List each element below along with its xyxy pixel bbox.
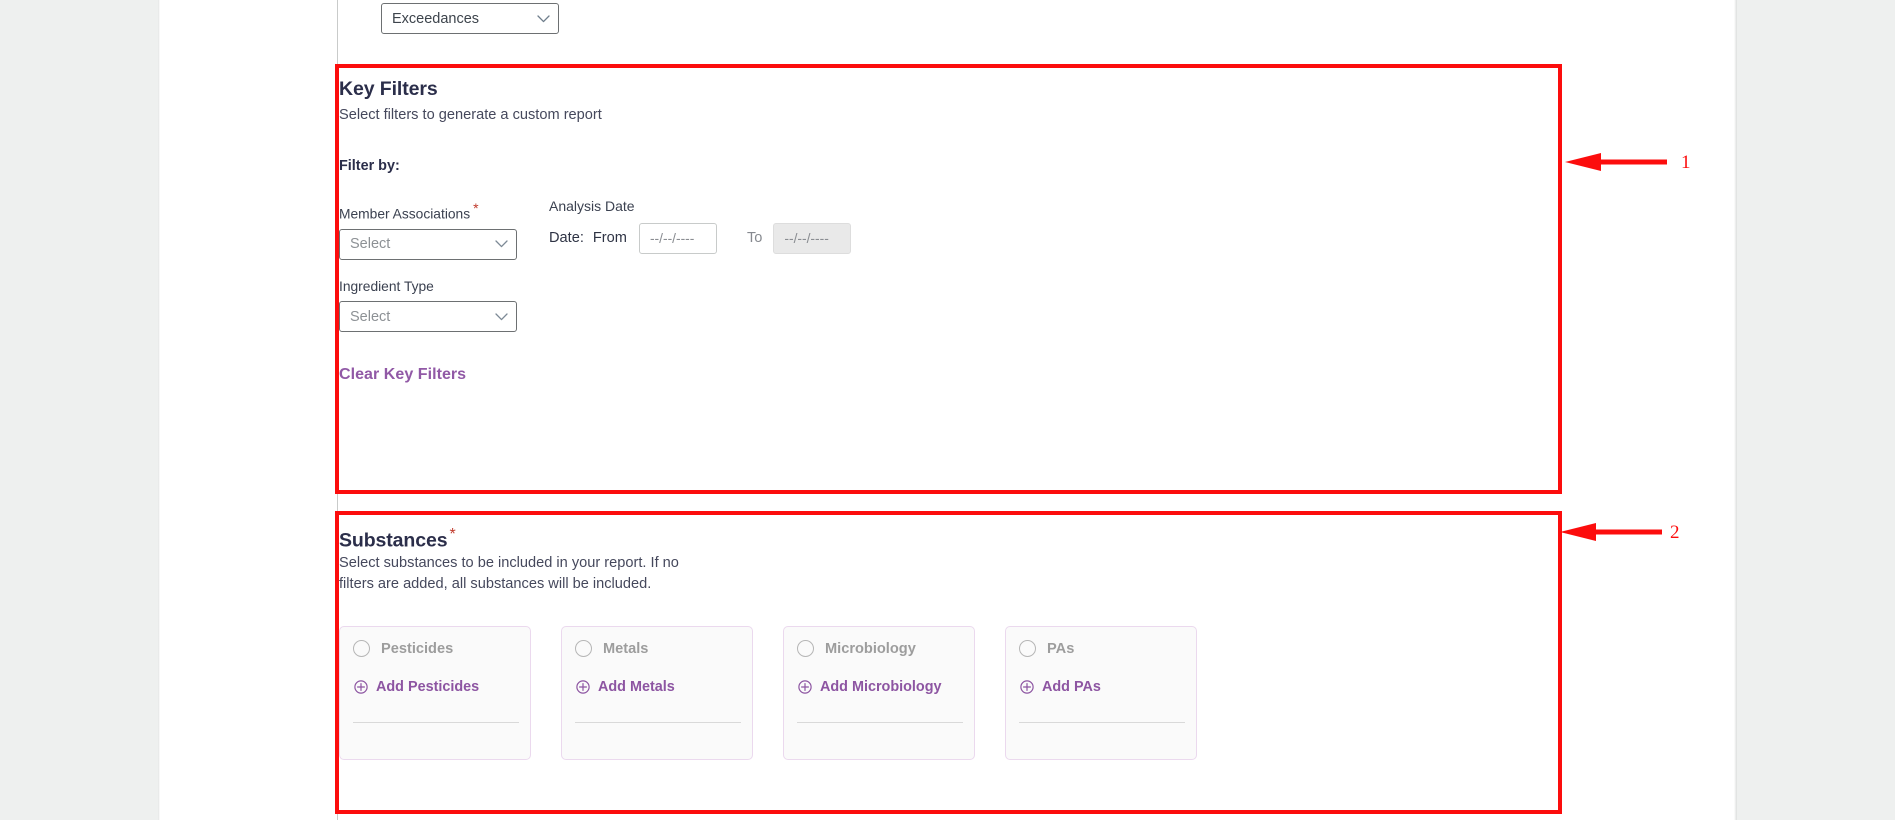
key-filters-subtitle: Select filters to generate a custom repo… <box>339 107 602 123</box>
member-associations-field: Member Associations * Select <box>339 200 517 260</box>
plus-circle-icon <box>576 680 590 694</box>
report-type-row: Exceedances <box>381 3 559 34</box>
date-to-wrap: To --/--/---- <box>746 222 852 254</box>
card-header: PAs <box>1006 627 1196 657</box>
report-type-select-value: Exceedances <box>392 10 480 27</box>
add-substance-label: Add Pesticides <box>376 679 480 695</box>
key-filters-title-text: Key Filters <box>339 78 438 100</box>
add-substance-label: Add PAs <box>1042 679 1101 695</box>
filter-by-label: Filter by: <box>339 158 400 174</box>
substance-card-pesticides[interactable]: Pesticides Add Pesticides <box>339 626 531 760</box>
required-asterisk: * <box>449 526 456 543</box>
radio-button-icon[interactable] <box>797 640 814 657</box>
substance-card-list: Pesticides Add Pesticides Metals Add Met… <box>339 626 1197 760</box>
analysis-date-label: Analysis Date <box>549 198 635 214</box>
add-substance-button[interactable]: Add Microbiology <box>784 657 974 695</box>
card-header: Metals <box>562 627 752 657</box>
card-divider <box>353 722 519 723</box>
chevron-down-icon <box>495 312 508 321</box>
date-to-label: To <box>746 230 763 246</box>
substance-card-microbiology[interactable]: Microbiology Add Microbiology <box>783 626 975 760</box>
plus-circle-icon <box>798 680 812 694</box>
substances-subtitle: Select substances to be included in your… <box>339 555 679 593</box>
substance-card-label: PAs <box>1047 640 1075 657</box>
radio-button-icon[interactable] <box>575 640 592 657</box>
annotation-number-1: 1 <box>1681 151 1691 173</box>
app-frame: Exceedances Key Filters Select filters t… <box>0 0 1895 820</box>
member-associations-select-value: Select <box>350 236 391 253</box>
chevron-down-icon <box>495 240 508 248</box>
ingredient-type-field: Ingredient Type Select <box>339 279 517 332</box>
report-type-select[interactable]: Exceedances <box>381 3 559 34</box>
surface-left-edge <box>158 0 160 820</box>
ingredient-type-select[interactable]: Select <box>339 301 517 332</box>
member-associations-select[interactable]: Select <box>339 228 517 260</box>
add-substance-label: Add Microbiology <box>820 679 942 695</box>
substance-card-label: Metals <box>603 640 649 657</box>
member-associations-label: Member Associations * <box>339 200 517 222</box>
key-filters-title: Key Filters <box>339 78 438 101</box>
add-substance-button[interactable]: Add PAs <box>1006 657 1196 695</box>
ingredient-type-label: Ingredient Type <box>339 279 434 294</box>
add-substance-button[interactable]: Add Metals <box>562 657 752 695</box>
date-from-label: From <box>592 230 627 246</box>
date-from-input-value: --/--/---- <box>649 230 695 246</box>
radio-button-icon[interactable] <box>353 640 370 657</box>
plus-circle-icon <box>1020 680 1034 694</box>
key-filters-section: Key Filters Select filters to generate a… <box>339 68 1558 490</box>
chevron-down-icon <box>537 14 550 23</box>
plus-circle-icon <box>354 680 368 694</box>
surface-right-edge <box>1734 0 1737 820</box>
date-to-input-value: --/--/---- <box>784 230 829 246</box>
add-substance-button[interactable]: Add Pesticides <box>340 657 530 695</box>
card-divider <box>575 722 741 723</box>
add-substance-label: Add Metals <box>598 679 675 695</box>
ingredient-type-select-value: Select <box>350 308 391 325</box>
card-divider <box>797 722 963 723</box>
radio-button-icon[interactable] <box>1019 640 1036 657</box>
date-to-input[interactable]: --/--/---- <box>773 222 852 254</box>
card-header: Microbiology <box>784 627 974 657</box>
annotation-callout-2: 2 <box>1558 520 1680 544</box>
substance-card-label: Microbiology <box>825 640 916 657</box>
substance-card-pas[interactable]: PAs Add PAs <box>1005 626 1197 760</box>
clear-key-filters-link[interactable]: Clear Key Filters <box>339 366 466 384</box>
annotation-number-2: 2 <box>1670 521 1680 543</box>
analysis-date-group: Analysis Date Date: From --/--/---- To -… <box>549 198 852 254</box>
substance-card-metals[interactable]: Metals Add Metals <box>561 626 753 760</box>
substances-section: Substances * Select substances to be incl… <box>339 515 1558 810</box>
card-header: Pesticides <box>340 627 530 657</box>
column-divider-bottom <box>337 812 338 820</box>
member-associations-label-text: Member Associations <box>339 206 471 222</box>
substances-title: Substances * <box>339 526 456 553</box>
required-asterisk: * <box>473 200 479 216</box>
substances-title-text: Substances <box>339 529 448 552</box>
column-divider-lower <box>337 493 338 512</box>
date-range-row: Date: From --/--/---- To --/--/---- <box>549 222 852 254</box>
substance-card-label: Pesticides <box>381 640 454 657</box>
card-divider <box>1019 722 1185 723</box>
annotation-callout-1: 1 <box>1563 150 1691 174</box>
left-arrow-icon <box>1565 153 1667 171</box>
left-arrow-icon <box>1560 523 1662 541</box>
date-prefix-label: Date: <box>549 230 584 246</box>
date-from-input[interactable]: --/--/---- <box>638 222 717 254</box>
column-divider <box>337 0 338 64</box>
